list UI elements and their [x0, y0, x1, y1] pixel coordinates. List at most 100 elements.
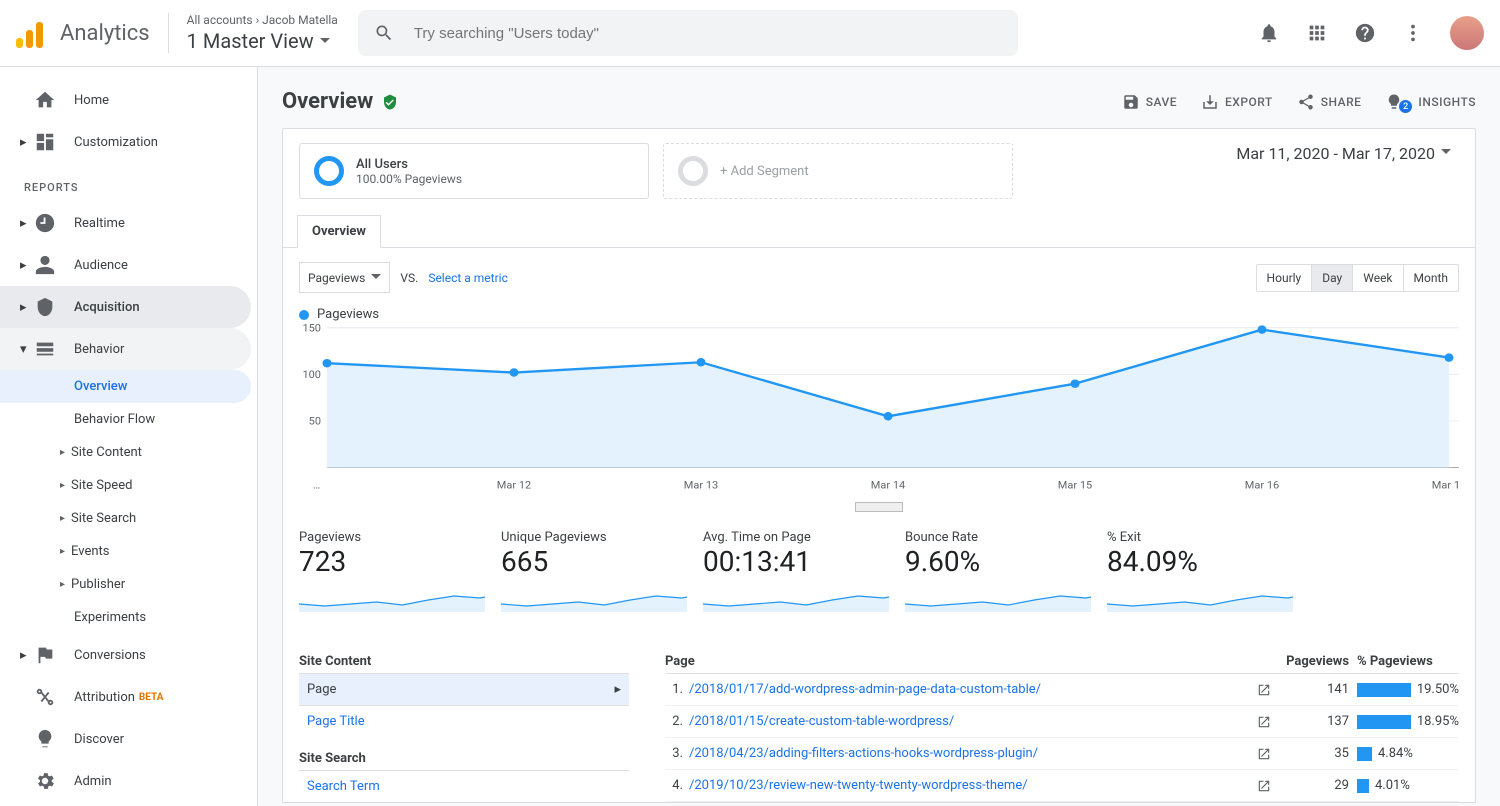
attribution-icon	[34, 686, 56, 708]
table-row[interactable]: 3. /2018/04/23/adding-filters-actions-ho…	[665, 738, 1459, 770]
sidebar-subitem-publisher[interactable]: ▸Publisher	[0, 568, 251, 601]
clock-icon	[34, 212, 56, 234]
section-header: Site Content	[299, 650, 629, 673]
pageviews-value: 137	[1279, 714, 1349, 729]
metric-value: 9.60%	[905, 545, 1091, 578]
sparkline	[703, 582, 889, 612]
page-path-link[interactable]: /2019/10/23/review-new-twenty-twenty-wor…	[689, 778, 1249, 793]
sidebar-item-audience[interactable]: ▸ Audience	[0, 244, 251, 286]
page-path-link[interactable]: /2018/01/15/create-custom-table-wordpres…	[689, 714, 1249, 729]
metric-label: Unique Pageviews	[501, 530, 687, 545]
save-button[interactable]: SAVE	[1122, 90, 1177, 113]
metric-tile[interactable]: Avg. Time on Page 00:13:41	[703, 530, 889, 616]
select-metric-link[interactable]: Select a metric	[428, 271, 508, 285]
gran-day[interactable]: Day	[1312, 265, 1353, 291]
page-actions: SAVE EXPORT SHARE 2INSIGHTS	[1122, 90, 1476, 113]
sidebar-item-discover[interactable]: Discover	[0, 718, 251, 760]
more-icon[interactable]	[1402, 22, 1424, 44]
main-content: Overview SAVE EXPORT SHARE 2INSIGHTS All…	[258, 67, 1500, 806]
metric-tile[interactable]: % Exit 84.09%	[1107, 530, 1293, 616]
user-avatar[interactable]	[1450, 16, 1484, 50]
row-index: 2.	[665, 714, 689, 729]
chevron-down-icon	[371, 268, 381, 287]
sidebar-item-acquisition[interactable]: ▸ Acquisition	[0, 286, 251, 328]
sidebar-item-customization[interactable]: ▸ Customization	[0, 121, 251, 163]
segment-circle-icon	[678, 156, 708, 186]
segment-row: All Users 100.00% Pageviews + Add Segmen…	[283, 129, 1475, 199]
apps-icon[interactable]	[1306, 22, 1328, 44]
sidebar-item-attribution[interactable]: AttributionBETA	[0, 676, 251, 718]
chart-resize-handle[interactable]	[855, 502, 903, 512]
share-button[interactable]: SHARE	[1297, 90, 1362, 113]
view-selector[interactable]: 1 Master View	[187, 29, 338, 53]
metric-value: 84.09%	[1107, 545, 1293, 578]
open-external-icon[interactable]	[1249, 683, 1279, 697]
sidebar-subitem-site-speed[interactable]: ▸Site Speed	[0, 469, 251, 502]
open-external-icon[interactable]	[1249, 779, 1279, 793]
svg-text:…: …	[313, 479, 320, 492]
notifications-icon[interactable]	[1258, 22, 1280, 44]
gran-month[interactable]: Month	[1404, 265, 1458, 291]
sidebar-item-home[interactable]: Home	[0, 79, 251, 121]
dim-page-title[interactable]: Page Title	[299, 705, 629, 737]
dim-search-term[interactable]: Search Term	[299, 770, 629, 802]
metric-tile[interactable]: Pageviews 723	[299, 530, 485, 616]
pageviews-value: 35	[1279, 746, 1349, 761]
chevron-down-icon	[1441, 143, 1451, 163]
reports-heading: REPORTS	[0, 163, 257, 202]
gran-week[interactable]: Week	[1353, 265, 1403, 291]
sidebar-item-admin[interactable]: Admin	[0, 760, 251, 802]
account-selector[interactable]: All accounts › Jacob Matella 1 Master Vi…	[187, 13, 338, 53]
svg-text:Mar 16: Mar 16	[1245, 479, 1279, 492]
add-segment-button[interactable]: + Add Segment	[663, 143, 1013, 199]
metric-tile[interactable]: Bounce Rate 9.60%	[905, 530, 1091, 616]
tab-overview[interactable]: Overview	[297, 215, 381, 248]
table-row[interactable]: 4. /2019/10/23/review-new-twenty-twenty-…	[665, 770, 1459, 802]
metric-value: 665	[501, 545, 687, 578]
search-bar[interactable]	[358, 10, 1018, 56]
page-header: Overview SAVE EXPORT SHARE 2INSIGHTS	[258, 67, 1500, 128]
section-header: Site Search	[299, 747, 629, 770]
segment-all-users[interactable]: All Users 100.00% Pageviews	[299, 143, 649, 199]
date-range-selector[interactable]: Mar 11, 2020 - Mar 17, 2020	[1236, 143, 1451, 163]
page-title: Overview	[282, 89, 399, 114]
metric-tile[interactable]: Unique Pageviews 665	[501, 530, 687, 616]
analytics-logo-icon	[16, 18, 46, 48]
svg-text:Mar 15: Mar 15	[1058, 479, 1092, 492]
sparkline	[501, 582, 687, 612]
help-icon[interactable]	[1354, 22, 1376, 44]
sidebar-item-behavior[interactable]: ▾ Behavior	[0, 328, 251, 370]
flag-icon	[34, 644, 56, 666]
sidebar-subitem-overview[interactable]: Overview	[0, 370, 251, 403]
insights-button[interactable]: 2INSIGHTS	[1385, 90, 1476, 113]
sidebar-subitem-events[interactable]: ▸Events	[0, 535, 251, 568]
dim-page[interactable]: Page▸	[299, 673, 629, 705]
open-external-icon[interactable]	[1249, 747, 1279, 761]
page-path-link[interactable]: /2018/01/17/add-wordpress-admin-page-dat…	[689, 682, 1249, 697]
customization-icon	[34, 131, 56, 153]
sidebar-subitem-site-content[interactable]: ▸Site Content	[0, 436, 251, 469]
sidebar-item-realtime[interactable]: ▸ Realtime	[0, 202, 251, 244]
table-row[interactable]: 2. /2018/01/15/create-custom-table-wordp…	[665, 706, 1459, 738]
gran-hourly[interactable]: Hourly	[1257, 265, 1313, 291]
behavior-icon	[34, 338, 56, 360]
sidebar-subitem-behavior-flow[interactable]: Behavior Flow	[0, 403, 251, 436]
row-index: 3.	[665, 746, 689, 761]
search-icon	[374, 23, 394, 43]
export-button[interactable]: EXPORT	[1201, 90, 1273, 113]
sidebar-subitem-site-search[interactable]: ▸Site Search	[0, 502, 251, 535]
svg-text:Mar 12: Mar 12	[497, 479, 531, 492]
search-input[interactable]	[414, 25, 1002, 42]
home-icon	[34, 89, 56, 111]
table-row[interactable]: 1. /2018/01/17/add-wordpress-admin-page-…	[665, 674, 1459, 706]
sidebar-subitem-experiments[interactable]: Experiments	[0, 601, 251, 634]
primary-metric-dropdown[interactable]: Pageviews	[299, 262, 390, 293]
open-external-icon[interactable]	[1249, 715, 1279, 729]
chevron-down-icon	[320, 29, 330, 53]
table-header: Page Pageviews % Pageviews	[665, 650, 1459, 674]
pageviews-value: 29	[1279, 778, 1349, 793]
save-icon	[1122, 93, 1140, 111]
metric-label: Bounce Rate	[905, 530, 1091, 545]
page-path-link[interactable]: /2018/04/23/adding-filters-actions-hooks…	[689, 746, 1249, 761]
sidebar-item-conversions[interactable]: ▸ Conversions	[0, 634, 251, 676]
